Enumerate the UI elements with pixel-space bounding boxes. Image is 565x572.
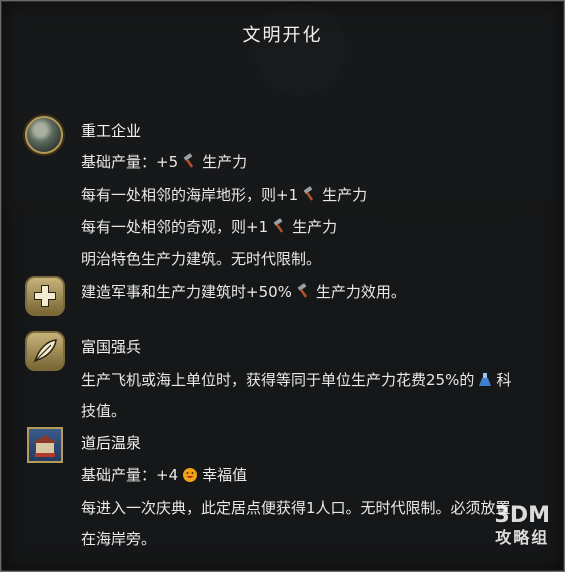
item1-line3: 每有一处相邻的奇观，则+1 生产力 [81, 216, 337, 238]
amenity-smile-icon [183, 468, 198, 482]
item-name-fukoku-kyohei: 富国强兵 [81, 338, 142, 356]
item4-line2: 每进入一次庆典，此定居点便获得1人口。无时代限制。必须放置 [81, 499, 511, 517]
item1-line1: 基础产量：+5 生产力 [81, 151, 247, 173]
production-hammer-icon [303, 186, 314, 201]
line-text: 基础产量：+4 [81, 466, 179, 484]
item2-line1: 建造军事和生产力建筑时+50% 生产力效用。 [81, 281, 406, 303]
item3-line2: 技值。 [81, 402, 127, 420]
line-text: 生产力 [292, 218, 338, 236]
item4-line1: 基础产量：+4 幸福值 [81, 464, 247, 486]
production-hammer-icon [297, 283, 308, 298]
feather-policy-icon [25, 331, 65, 371]
item-name-heavy-industry: 重工企业 [81, 122, 142, 140]
line-text: 生产力效用。 [315, 283, 406, 301]
item1-line2: 每有一处相邻的海岸地形，则+1 生产力 [81, 184, 367, 206]
tooltip-panel: 文明开化 重工企业 基础产量：+5 生产力 每有一处相邻的海岸地形，则+1 生产力 … [0, 0, 565, 572]
line-text: 基础产量：+5 [81, 153, 179, 171]
item4-line3: 在海岸旁。 [81, 530, 157, 548]
line-text: 建造军事和生产力建筑时+50% [81, 283, 292, 301]
item3-line1: 生产飞机或海上单位时，获得等同于单位生产力花费25%的 科 [81, 369, 511, 391]
watermark-sub: 攻略组 [495, 528, 550, 547]
line-text: 生产飞机或海上单位时，获得等同于单位生产力花费25%的 [81, 371, 475, 389]
line-text: 幸福值 [202, 466, 248, 484]
onsen-building-icon [27, 427, 63, 463]
production-hammer-icon [273, 218, 284, 233]
3dm-watermark: 3DM 攻略组 [495, 505, 550, 549]
line-text: 科 [496, 371, 512, 389]
line-text: 生产力 [322, 186, 368, 204]
tooltip-title: 文明开化 [242, 25, 323, 46]
line-text: 每有一处相邻的海岸地形，则+1 [81, 186, 299, 204]
plus-policy-icon [25, 276, 65, 316]
industrial-zone-icon [25, 116, 63, 154]
item1-line4: 明治特色生产力建筑。无时代限制。 [81, 250, 322, 268]
line-text: 生产力 [202, 153, 248, 171]
line-text: 每有一处相邻的奇观，则+1 [81, 218, 269, 236]
production-hammer-icon [183, 153, 194, 168]
item-name-dogo-onsen: 道后温泉 [81, 434, 142, 452]
watermark-main: 3DM [494, 503, 550, 528]
science-flask-icon [479, 373, 492, 386]
